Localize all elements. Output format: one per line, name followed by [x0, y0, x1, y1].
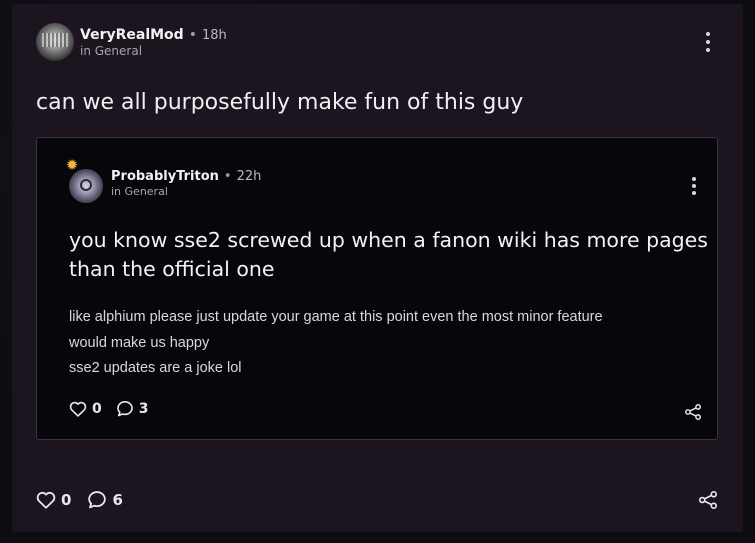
- embedded-like-button[interactable]: 0: [69, 401, 102, 417]
- body-line: would make us happy: [69, 334, 210, 351]
- embedded-post[interactable]: ✹ ProbablyTriton • 22h in General you know…: [36, 137, 718, 440]
- embedded-comment-button[interactable]: 3: [116, 400, 149, 417]
- like-count: 0: [61, 490, 72, 509]
- post-header: VeryRealMod • 18h: [80, 26, 227, 45]
- post-title: can we all purposefully make fun of this…: [36, 90, 524, 115]
- comment-count: 6: [112, 490, 123, 509]
- more-options-icon[interactable]: [703, 32, 713, 52]
- embedded-author-avatar[interactable]: [69, 169, 103, 203]
- embedded-share-icon[interactable]: [684, 404, 702, 424]
- avatar-image: [42, 33, 68, 47]
- embedded-post-time: 22h: [236, 169, 262, 184]
- community-label[interactable]: in General: [80, 44, 142, 58]
- avatar-image: [80, 179, 92, 191]
- embedded-community-label[interactable]: in General: [111, 185, 168, 198]
- heart-icon: [36, 491, 56, 509]
- post-time: 18h: [201, 28, 227, 43]
- heart-icon: [69, 401, 87, 417]
- separator-dot: •: [223, 169, 232, 184]
- star-badge-icon: ✹: [65, 156, 79, 174]
- comment-count: 3: [138, 400, 149, 417]
- body-line: like alphium please just update your gam…: [69, 309, 603, 325]
- embedded-post-title: you know sse2 screwed up when a fanon wi…: [69, 228, 708, 281]
- post-actions: 0 6: [36, 490, 123, 509]
- like-button[interactable]: 0: [36, 491, 71, 509]
- body-line: sse2 updates are a joke lol: [69, 360, 242, 376]
- like-count: 0: [92, 400, 102, 417]
- share-icon[interactable]: [698, 491, 718, 513]
- embedded-post-body: like alphium please just update your gam…: [69, 305, 699, 382]
- author-name[interactable]: VeryRealMod: [80, 27, 184, 43]
- author-avatar[interactable]: [36, 23, 74, 61]
- separator-dot: •: [188, 27, 197, 43]
- comment-bubble-icon: [88, 491, 107, 509]
- embedded-author-name[interactable]: ProbablyTriton: [111, 169, 219, 184]
- post-card: VeryRealMod • 18h in General can we all pu…: [12, 4, 743, 532]
- embedded-post-actions: 0 3: [69, 400, 149, 417]
- comment-bubble-icon: [116, 401, 133, 417]
- comment-button[interactable]: 6: [87, 490, 123, 509]
- embedded-post-header: ProbablyTriton • 22h: [111, 168, 261, 185]
- embedded-more-options-icon[interactable]: [689, 177, 699, 195]
- page: VeryRealMod • 18h in General can we all pu…: [0, 0, 755, 543]
